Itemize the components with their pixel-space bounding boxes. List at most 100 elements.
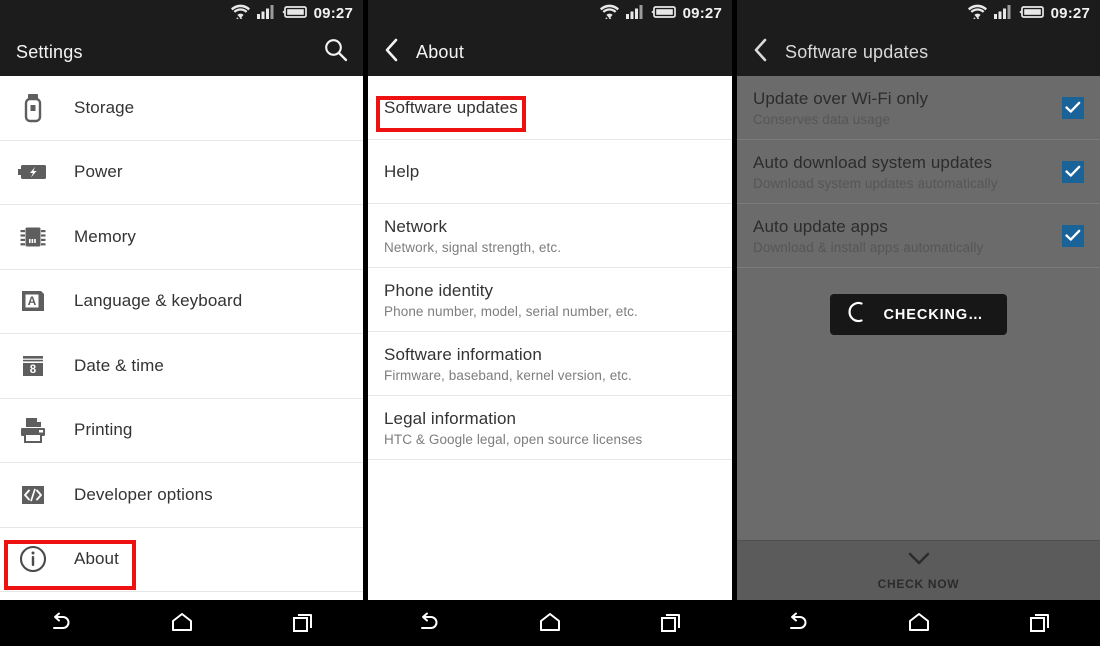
status-bar-clock: 09:27: [1050, 5, 1090, 22]
cellular-signal-icon: [625, 4, 644, 24]
settings-title-bar: Settings: [0, 28, 363, 76]
about-item-title: Legal information: [384, 408, 517, 428]
checking-button-wrap: CHECKING…: [737, 294, 1100, 335]
setting-title: Auto download system updates: [753, 152, 993, 172]
svg-text:A: A: [28, 294, 37, 308]
status-bar-settings: 09:27: [0, 0, 363, 28]
sidebar-item-label: Developer options: [74, 484, 213, 504]
about-item-network[interactable]: Network Network, signal strength, etc.: [368, 204, 732, 268]
recents-icon[interactable]: [273, 600, 333, 646]
cellular-signal-icon: [993, 4, 1012, 24]
home-icon[interactable]: [520, 600, 580, 646]
nav-bar-about: [368, 600, 732, 646]
back-chevron-icon[interactable]: [384, 37, 400, 68]
sidebar-item-printing[interactable]: Printing: [0, 399, 363, 463]
panel-software-updates: 09:27 Software updates Update over Wi-Fi…: [737, 0, 1100, 646]
info-circle-icon: [14, 544, 52, 574]
sidebar-item-label: Storage: [74, 97, 135, 117]
sidebar-item-label: Printing: [74, 420, 133, 440]
battery-icon: [1018, 5, 1044, 24]
about-item-subtitle: Network, signal strength, etc.: [384, 239, 562, 255]
setting-subtitle: Download & install apps automatically: [753, 239, 984, 255]
setting-title: Auto update apps: [753, 216, 888, 236]
setting-row-update-over-wifi[interactable]: Update over Wi-Fi only Conserves data us…: [737, 76, 1100, 140]
usb-drive-icon: [14, 93, 52, 123]
sidebar-item-label: Power: [74, 162, 123, 182]
sidebar-item-developer-options[interactable]: Developer options: [0, 463, 363, 528]
checkbox-auto-update-apps[interactable]: [1062, 224, 1084, 247]
about-item-title: Software updates: [384, 97, 518, 117]
home-icon[interactable]: [152, 600, 212, 646]
wifi-icon: [230, 4, 250, 25]
sidebar-item-label: Date & time: [74, 355, 164, 375]
about-item-title: Help: [384, 161, 420, 181]
page-title: About: [416, 41, 465, 62]
page-title: Settings: [16, 41, 83, 62]
about-item-title: Network: [384, 216, 448, 236]
sidebar-item-about[interactable]: About: [0, 528, 363, 592]
setting-title: Update over Wi-Fi only: [753, 88, 929, 108]
back-chevron-icon[interactable]: [753, 37, 769, 68]
back-arrow-icon[interactable]: [768, 600, 828, 646]
search-icon[interactable]: [323, 37, 349, 68]
sidebar-item-language-keyboard[interactable]: A Language & keyboard: [0, 270, 363, 334]
back-arrow-icon[interactable]: [399, 600, 459, 646]
checking-button[interactable]: CHECKING…: [829, 294, 1008, 335]
panel-about: 09:27 About Software updates Help Networ…: [368, 0, 732, 646]
about-item-software-updates[interactable]: Software updates: [368, 76, 732, 140]
check-now-button[interactable]: CHECK NOW: [737, 540, 1100, 600]
sidebar-item-memory[interactable]: Memory: [0, 205, 363, 270]
three-panel-screenshot: 09:27 Settings Storage Power Memory A La…: [0, 0, 1100, 646]
code-brackets-icon: [14, 481, 52, 509]
spinner-icon: [847, 301, 868, 328]
about-item-help[interactable]: Help: [368, 140, 732, 204]
memory-chip-icon: [14, 223, 52, 251]
recents-icon[interactable]: [641, 600, 701, 646]
about-item-software-information[interactable]: Software information Firmware, baseband,…: [368, 332, 732, 396]
recents-icon[interactable]: [1010, 600, 1070, 646]
sidebar-item-label: Memory: [74, 226, 136, 246]
about-title-bar: About: [368, 28, 732, 76]
setting-row-auto-update-apps[interactable]: Auto update apps Download & install apps…: [737, 204, 1100, 268]
page-title: Software updates: [785, 41, 929, 62]
check-now-label: CHECK NOW: [877, 577, 960, 591]
setting-text: Auto update apps Download & install apps…: [753, 217, 1062, 255]
back-arrow-icon[interactable]: [31, 600, 91, 646]
wifi-icon: [967, 4, 987, 25]
about-list: Software updates Help Network Network, s…: [368, 76, 732, 600]
about-item-subtitle: Phone number, model, serial number, etc.: [384, 303, 638, 319]
setting-subtitle: Download system updates automatically: [753, 175, 998, 191]
setting-text: Auto download system updates Download sy…: [753, 153, 1062, 191]
updates-list: Update over Wi-Fi only Conserves data us…: [737, 76, 1100, 540]
sidebar-item-storage[interactable]: Storage: [0, 76, 363, 141]
about-item-phone-identity[interactable]: Phone identity Phone number, model, seri…: [368, 268, 732, 332]
keyboard-a-icon: A: [14, 287, 52, 315]
status-bar-clock: 09:27: [313, 5, 353, 22]
wifi-icon: [599, 4, 619, 25]
updates-title-bar: Software updates: [737, 28, 1100, 76]
about-item-subtitle: Firmware, baseband, kernel version, etc.: [384, 367, 632, 383]
sidebar-item-label: About: [74, 549, 119, 569]
nav-bar-settings: [0, 600, 363, 646]
about-item-title: Software information: [384, 344, 542, 364]
checkmark-icon: [906, 550, 932, 572]
cellular-signal-icon: [256, 4, 275, 24]
svg-text:8: 8: [30, 364, 37, 376]
about-item-subtitle: HTC & Google legal, open source licenses: [384, 431, 643, 447]
panel-settings: 09:27 Settings Storage Power Memory A La…: [0, 0, 363, 646]
checkbox-auto-download-system-updates[interactable]: [1062, 160, 1084, 183]
checkbox-update-over-wifi[interactable]: [1062, 96, 1084, 119]
battery-icon: [281, 5, 307, 24]
calendar-icon: 8: [14, 352, 52, 380]
status-bar-updates: 09:27: [737, 0, 1100, 28]
setting-row-auto-download-system-updates[interactable]: Auto download system updates Download sy…: [737, 140, 1100, 204]
checking-button-label: CHECKING…: [883, 306, 984, 323]
sidebar-item-power[interactable]: Power: [0, 141, 363, 205]
sidebar-item-date-time[interactable]: 8 Date & time: [0, 334, 363, 399]
printer-icon: [14, 416, 52, 444]
about-item-legal-information[interactable]: Legal information HTC & Google legal, op…: [368, 396, 732, 460]
status-bar-about: 09:27: [368, 0, 732, 28]
home-icon[interactable]: [889, 600, 949, 646]
about-item-title: Phone identity: [384, 280, 494, 300]
setting-subtitle: Conserves data usage: [753, 111, 891, 127]
